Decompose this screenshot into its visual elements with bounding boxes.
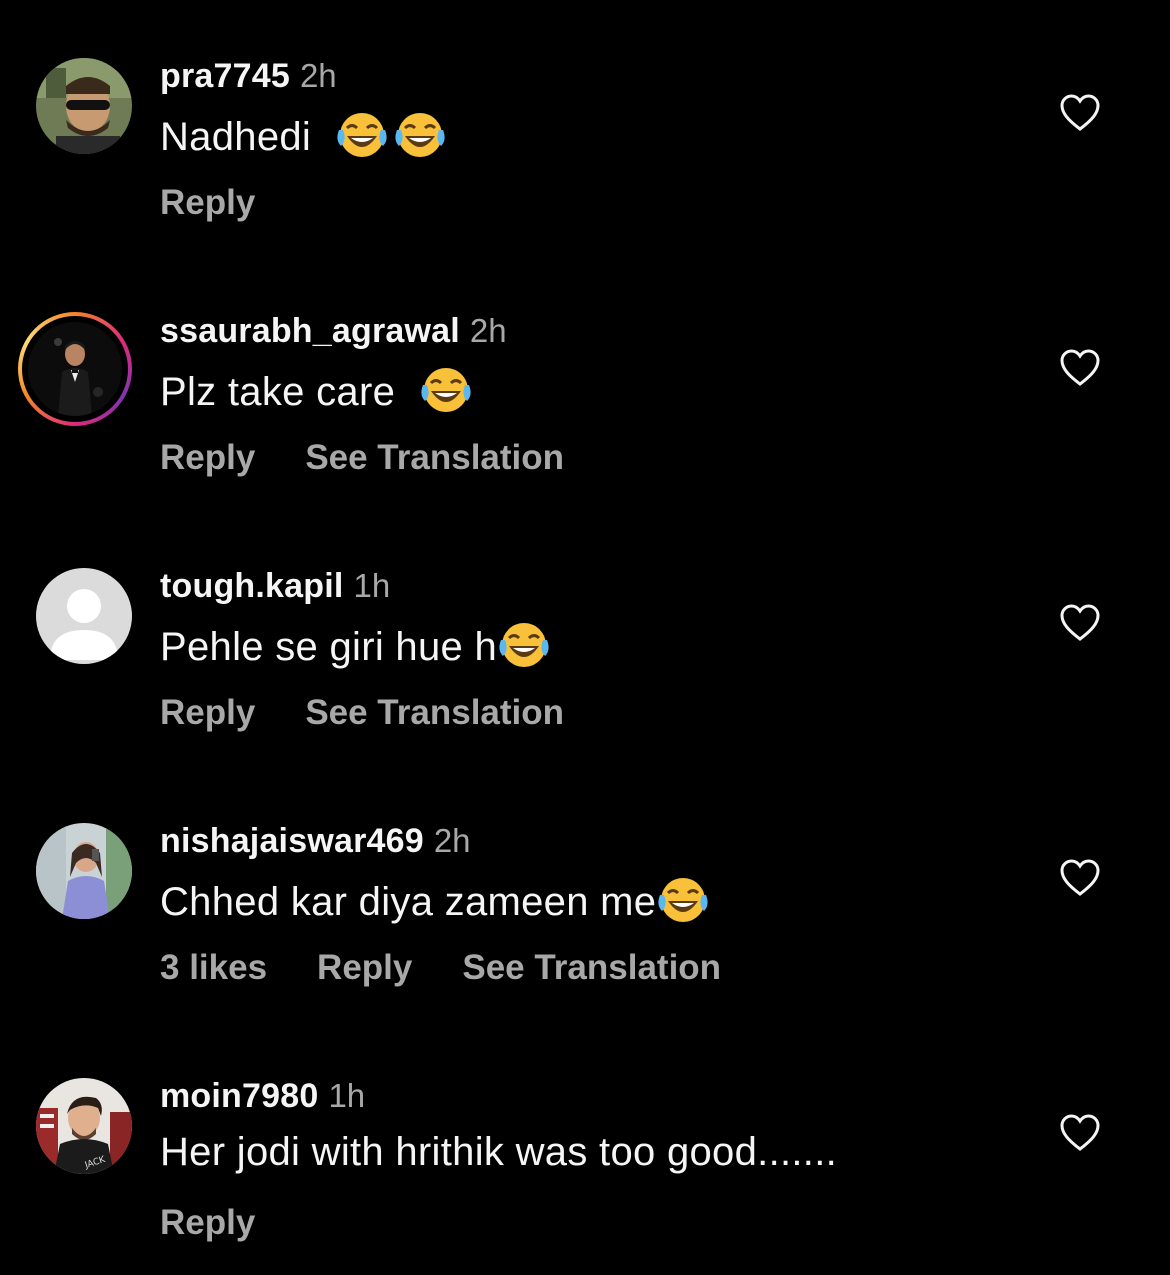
username[interactable]: pra7745 xyxy=(160,57,290,95)
avatar-photo xyxy=(36,58,132,154)
see-translation-button[interactable]: See Translation xyxy=(305,438,564,477)
heart-outline-icon[interactable] xyxy=(1060,349,1100,387)
face-with-tears-of-joy-icon xyxy=(419,365,473,415)
face-with-tears-of-joy-icon xyxy=(335,110,389,160)
username[interactable]: nishajaiswar469 xyxy=(160,822,424,860)
comment-meta: moin7980 1h xyxy=(160,1077,365,1116)
default-avatar-icon xyxy=(36,568,132,664)
avatar-photo xyxy=(36,823,132,919)
avatar[interactable] xyxy=(36,58,132,154)
comment-text: Pehle se giri hue h xyxy=(160,620,551,670)
heart-outline-icon[interactable] xyxy=(1060,1114,1100,1152)
reply-button[interactable]: Reply xyxy=(160,183,255,222)
comment-meta: ssaurabh_agrawal 2h xyxy=(160,312,507,351)
timestamp: 2h xyxy=(299,57,337,94)
comment-body: Plz take care xyxy=(160,370,396,414)
comment-body: Chhed kar diya zameen me xyxy=(160,880,657,924)
face-with-tears-of-joy-icon xyxy=(393,110,447,160)
comment-meta: pra7745 2h xyxy=(160,57,337,96)
avatar-with-story-ring[interactable] xyxy=(18,312,132,426)
comment-item: ssaurabh_agrawal 2h Plz take care Reply Se… xyxy=(0,255,1170,510)
comment-item: pra7745 2h Nadhedi Reply xyxy=(0,0,1170,255)
timestamp: 1h xyxy=(328,1077,366,1114)
face-with-tears-of-joy-icon xyxy=(497,620,551,670)
likes-count[interactable]: 3 likes xyxy=(160,948,267,987)
comment-meta: nishajaiswar469 2h xyxy=(160,822,471,861)
comment-actions: Reply See Translation xyxy=(160,438,614,478)
timestamp: 2h xyxy=(469,312,507,349)
comment-actions: Reply See Translation xyxy=(160,693,614,733)
comment-actions: 3 likes Reply See Translation xyxy=(160,948,771,988)
heart-outline-icon[interactable] xyxy=(1060,859,1100,897)
comments-list: pra7745 2h Nadhedi Reply ssaurabh_agrawa… xyxy=(0,0,1170,1259)
comment-item: nishajaiswar469 2h Chhed kar diya zameen … xyxy=(0,765,1170,1020)
comment-actions: Reply xyxy=(160,1203,305,1243)
reply-button[interactable]: Reply xyxy=(317,948,412,987)
heart-outline-icon[interactable] xyxy=(1060,604,1100,642)
comment-body: Nadhedi xyxy=(160,115,312,159)
timestamp: 1h xyxy=(353,567,391,604)
comment-item: JACK moin7980 1h Her jodi with hrithik wa… xyxy=(0,1020,1170,1275)
comment-body: Pehle se giri hue h xyxy=(160,625,498,669)
username[interactable]: moin7980 xyxy=(160,1077,318,1115)
reply-button[interactable]: Reply xyxy=(160,438,255,477)
avatar[interactable] xyxy=(36,823,132,919)
timestamp: 2h xyxy=(433,822,471,859)
username[interactable]: tough.kapil xyxy=(160,567,344,605)
heart-outline-icon[interactable] xyxy=(1060,94,1100,132)
comment-text: Nadhedi xyxy=(160,110,447,160)
comment-item: tough.kapil 1h Pehle se giri hue h Reply S… xyxy=(0,510,1170,765)
avatar-photo: JACK xyxy=(36,1078,132,1174)
face-with-tears-of-joy-icon xyxy=(656,875,710,925)
comment-text: Plz take care xyxy=(160,365,473,415)
avatar[interactable] xyxy=(36,568,132,664)
username[interactable]: ssaurabh_agrawal xyxy=(160,312,460,350)
comment-actions: Reply xyxy=(160,183,305,223)
comment-body: Her jodi with hrithik was too good......… xyxy=(160,1130,838,1174)
avatar[interactable]: JACK xyxy=(36,1078,132,1174)
avatar-photo xyxy=(28,322,122,416)
reply-button[interactable]: Reply xyxy=(160,693,255,732)
comment-text: Chhed kar diya zameen me xyxy=(160,875,710,925)
comment-meta: tough.kapil 1h xyxy=(160,567,390,606)
see-translation-button[interactable]: See Translation xyxy=(305,693,564,732)
see-translation-button[interactable]: See Translation xyxy=(462,948,721,987)
comment-text: Her jodi with hrithik was too good......… xyxy=(160,1130,837,1175)
reply-button[interactable]: Reply xyxy=(160,1203,255,1242)
